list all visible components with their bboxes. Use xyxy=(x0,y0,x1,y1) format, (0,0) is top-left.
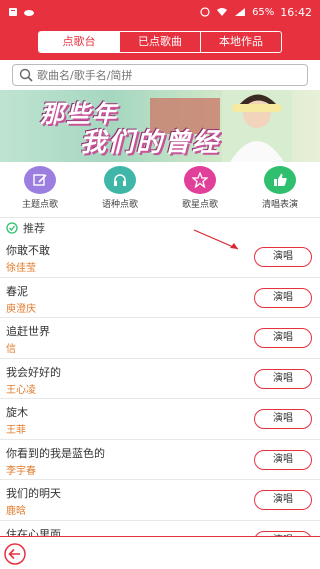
alarm-icon xyxy=(200,7,210,17)
song-artist: 鹿晗 xyxy=(6,506,26,517)
headphones-icon xyxy=(104,166,136,194)
category-label: 主题点歌 xyxy=(21,200,58,210)
cloud-icon xyxy=(24,10,34,16)
tab-song-station[interactable]: 点歌台 xyxy=(39,32,120,52)
category-a-cappella[interactable]: 清唱表演 xyxy=(240,166,320,214)
section-title: 推荐 xyxy=(23,221,45,235)
bottom-bar xyxy=(0,536,320,569)
category-label: 语种点歌 xyxy=(101,200,138,210)
song-row[interactable]: 追赶世界 信 演唱 xyxy=(0,318,320,359)
recommend-header: 推荐 xyxy=(0,217,320,237)
song-title: 旋木 xyxy=(6,406,28,419)
song-artist: 庾澄庆 xyxy=(6,303,36,315)
status-left xyxy=(8,7,35,17)
sing-button[interactable]: 演唱 xyxy=(254,490,312,510)
song-title: 我会好好的 xyxy=(6,365,61,379)
song-row[interactable]: 我会好好的 王心凌 演唱 xyxy=(0,359,320,399)
search-box[interactable] xyxy=(12,64,308,86)
song-row[interactable]: 我们的明天 鹿晗 演唱 xyxy=(0,480,320,521)
category-label: 歌星点歌 xyxy=(181,200,218,210)
notification-icon xyxy=(9,8,17,16)
song-title: 春泥 xyxy=(6,284,28,298)
promo-banner[interactable]: 那些年 我们的曾经 xyxy=(0,90,320,162)
top-bar: 点歌台 已点歌曲 本地作品 xyxy=(0,24,320,60)
sing-button[interactable]: 演唱 xyxy=(254,328,312,348)
category-language[interactable]: 语种点歌 xyxy=(80,166,160,214)
song-row[interactable]: 春泥 庾澄庆 演唱 xyxy=(0,278,320,318)
back-arrow-icon[interactable] xyxy=(4,543,26,565)
song-title: 我们的明天 xyxy=(6,487,61,500)
search-icon xyxy=(19,68,33,82)
sing-button[interactable]: 演唱 xyxy=(254,449,312,470)
signal-icon xyxy=(235,8,246,16)
status-bar: 65% 16:42 xyxy=(0,0,320,24)
sing-button[interactable]: 演唱 xyxy=(254,368,312,389)
category-row: 主题点歌 语种点歌 歌星点歌 清唱表演 xyxy=(0,166,320,214)
banner-title-line2: 我们的曾经 xyxy=(80,128,221,158)
song-row[interactable]: 你看到的我是蓝色的 李宇春 演唱 xyxy=(0,440,320,480)
tab-local-works[interactable]: 本地作品 xyxy=(201,32,281,52)
song-artist: 李宇春 xyxy=(6,465,36,477)
status-right: 65% 16:42 xyxy=(200,6,312,19)
category-singer[interactable]: 歌星点歌 xyxy=(160,166,240,214)
tab-requested-songs[interactable]: 已点歌曲 xyxy=(120,32,201,52)
status-time: 16:42 xyxy=(280,5,312,19)
search-input[interactable] xyxy=(37,68,307,82)
category-label: 清唱表演 xyxy=(261,200,298,210)
banner-person-image xyxy=(222,90,292,162)
song-title: 追赶世界 xyxy=(6,325,50,338)
song-artist: 徐佳莹 xyxy=(6,263,36,274)
edit-icon xyxy=(24,166,56,194)
sing-button[interactable]: 演唱 xyxy=(254,409,312,429)
tab-group: 点歌台 已点歌曲 本地作品 xyxy=(38,31,282,53)
sing-button[interactable]: 演唱 xyxy=(254,287,312,308)
song-title: 你敢不敢 xyxy=(6,244,50,257)
thumbs-up-icon xyxy=(264,166,296,194)
song-artist: 王心凌 xyxy=(6,384,36,396)
star-icon xyxy=(184,166,216,194)
battery-percent: 65% xyxy=(252,6,275,18)
sing-button[interactable]: 演唱 xyxy=(254,247,312,267)
song-row[interactable]: 旋木 王菲 演唱 xyxy=(0,399,320,440)
song-artist: 信 xyxy=(6,344,16,355)
song-list: 你敢不敢 徐佳莹 演唱 春泥 庾澄庆 演唱 追赶世界 信 演唱 我会好好的 王心… xyxy=(0,237,320,561)
category-theme[interactable]: 主题点歌 xyxy=(0,166,80,214)
song-row[interactable]: 你敢不敢 徐佳莹 演唱 xyxy=(0,237,320,278)
wifi-icon xyxy=(217,8,228,16)
song-title: 你看到的我是蓝色的 xyxy=(6,446,105,460)
song-artist: 王菲 xyxy=(6,425,26,436)
recommend-icon xyxy=(6,221,18,234)
